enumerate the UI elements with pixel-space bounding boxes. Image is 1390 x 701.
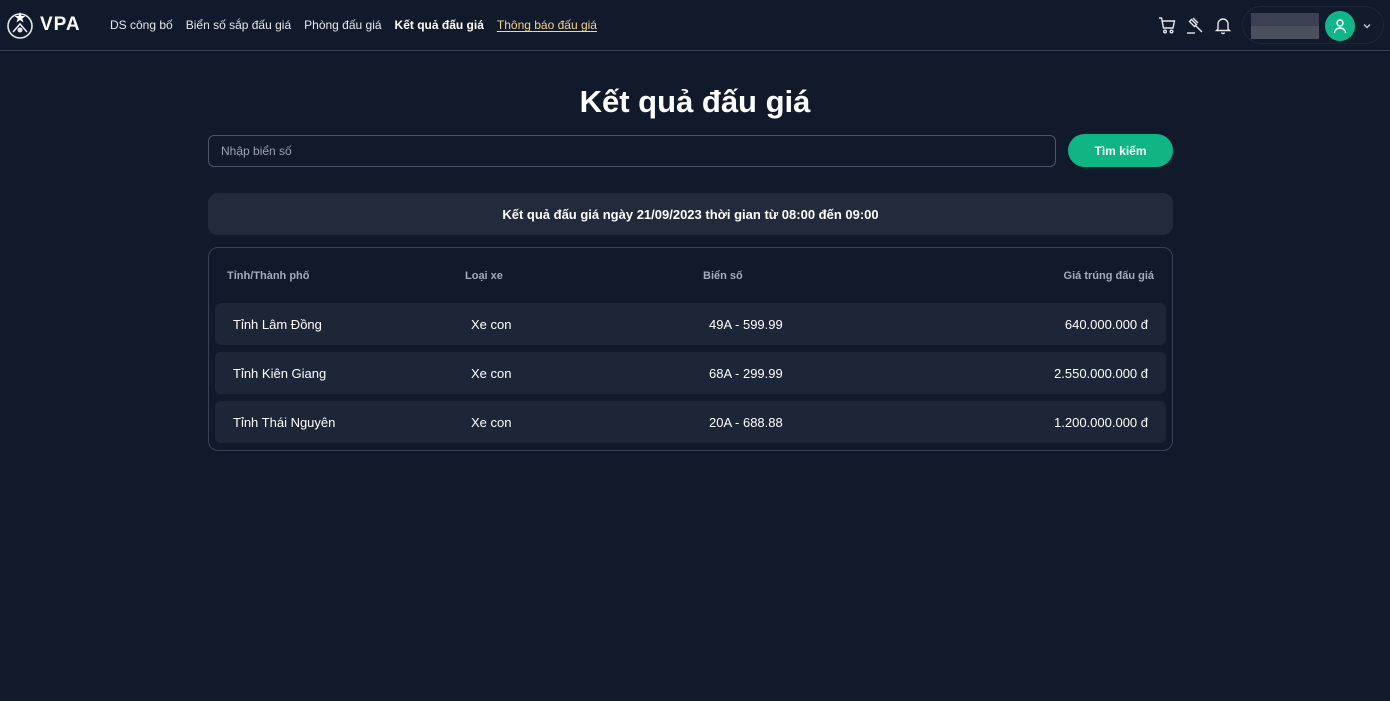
cart-icon — [1159, 17, 1176, 34]
nav-bien-so-sap-dau-gia[interactable]: Biển số sắp đấu giá — [186, 18, 291, 32]
search-button[interactable]: Tìm kiếm — [1068, 134, 1173, 167]
vpa-logo[interactable]: VPA — [5, 10, 81, 40]
cell-plate: 20A - 688.88 — [709, 415, 783, 430]
cart-button[interactable] — [1156, 14, 1178, 36]
cell-plate: 49A - 599.99 — [709, 317, 783, 332]
chevron-down-icon[interactable] — [1361, 20, 1373, 32]
cell-price: 1.200.000.000 đ — [1054, 415, 1148, 430]
nav-thong-bao-dau-gia[interactable]: Thông báo đấu giá — [497, 18, 597, 32]
nav-ket-qua-dau-gia[interactable]: Kết quả đấu giá — [395, 18, 484, 32]
cell-vehicle-type: Xe con — [471, 366, 512, 381]
cell-vehicle-type: Xe con — [471, 415, 512, 430]
table-row[interactable]: Tỉnh Thái Nguyên Xe con 20A - 688.88 1.2… — [215, 401, 1166, 443]
top-navbar: VPA DS công bố Biển số sắp đấu giá Phòng… — [0, 0, 1390, 51]
user-menu[interactable] — [1242, 6, 1384, 44]
auction-button[interactable] — [1184, 14, 1206, 36]
results-table: Tỉnh/Thành phố Loại xe Biển số Giá trúng… — [208, 247, 1173, 451]
header-plate: Biển số — [703, 270, 743, 282]
cell-vehicle-type: Xe con — [471, 317, 512, 332]
cell-price: 2.550.000.000 đ — [1054, 366, 1148, 381]
header-province: Tỉnh/Thành phố — [227, 270, 310, 282]
cell-plate: 68A - 299.99 — [709, 366, 783, 381]
nav-ds-cong-bo[interactable]: DS công bố — [110, 18, 173, 32]
header-winning-price: Giá trúng đấu giá — [1063, 270, 1154, 282]
header-vehicle-type: Loại xe — [465, 270, 503, 282]
cell-province: Tỉnh Lâm Đồng — [233, 317, 322, 332]
user-icon — [1333, 19, 1347, 34]
page-title: Kết quả đấu giá — [579, 84, 811, 119]
avatar[interactable] — [1325, 11, 1355, 41]
notification-button[interactable] — [1212, 14, 1234, 36]
main-nav: DS công bố Biển số sắp đấu giá Phòng đấu… — [110, 0, 610, 50]
bell-icon — [1214, 18, 1232, 35]
gavel-icon — [1187, 17, 1203, 34]
user-name-redacted — [1251, 13, 1319, 39]
table-row[interactable]: Tỉnh Lâm Đồng Xe con 49A - 599.99 640.00… — [215, 303, 1166, 345]
table-row[interactable]: Tỉnh Kiên Giang Xe con 68A - 299.99 2.55… — [215, 352, 1166, 394]
nav-phong-dau-gia[interactable]: Phòng đấu giá — [304, 18, 381, 32]
session-banner-text: Kết quả đấu giá ngày 21/09/2023 thời gia… — [502, 206, 879, 222]
header-actions — [1156, 13, 1240, 37]
plate-search-input[interactable] — [208, 135, 1056, 167]
table-header: Tỉnh/Thành phố Loại xe Biển số Giá trúng… — [209, 248, 1172, 303]
emblem-icon — [7, 12, 33, 39]
cell-price: 640.000.000 đ — [1064, 317, 1148, 332]
cell-province: Tỉnh Kiên Giang — [233, 366, 327, 381]
logo-text: VPA — [40, 14, 81, 35]
session-banner: Kết quả đấu giá ngày 21/09/2023 thời gia… — [208, 193, 1173, 235]
cell-province: Tỉnh Thái Nguyên — [233, 415, 336, 430]
